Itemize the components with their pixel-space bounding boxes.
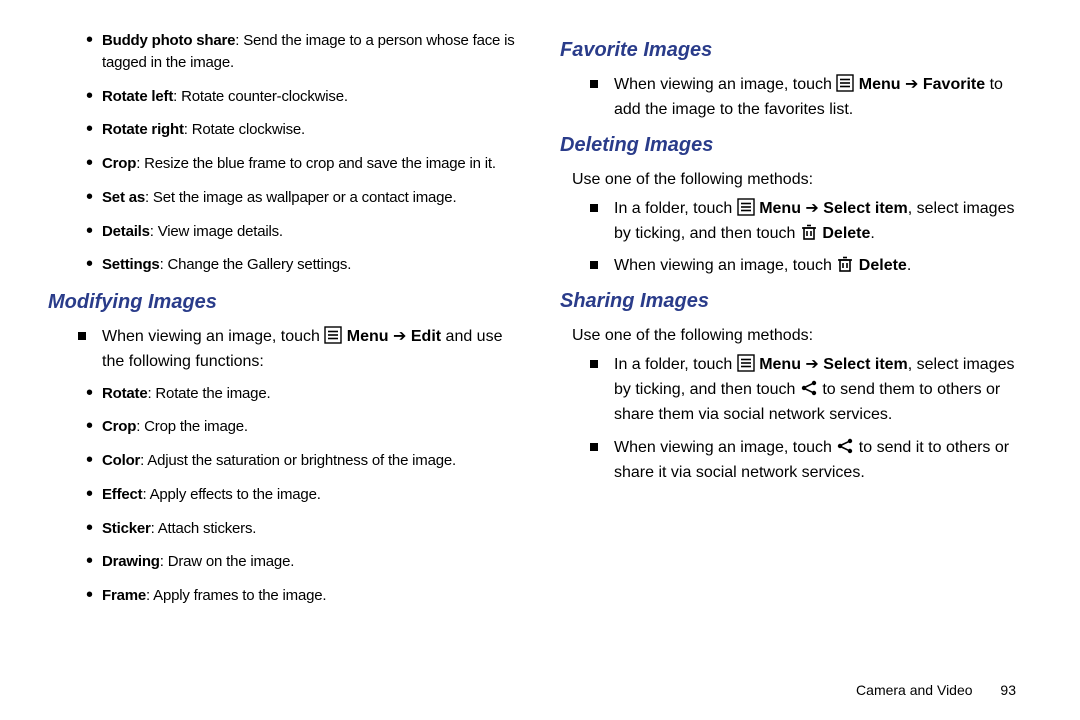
list-item: Effect: Apply effects to the image.: [48, 484, 520, 506]
list-item: In a folder, touch Menu ➔ Select item, s…: [560, 197, 1032, 247]
menu-icon: [836, 74, 854, 92]
sharing-list: In a folder, touch Menu ➔ Select item, s…: [560, 353, 1032, 485]
list-item: Rotate left: Rotate counter-clockwise.: [48, 86, 520, 108]
page-content: Buddy photo share: Send the image to a p…: [0, 0, 1080, 619]
list-item: When viewing an image, touch to send it …: [560, 436, 1032, 486]
right-column: Favorite Images When viewing an image, t…: [560, 30, 1032, 619]
list-item: When viewing an image, touch Delete.: [560, 254, 1032, 279]
left-column: Buddy photo share: Send the image to a p…: [48, 30, 520, 619]
modifying-intro-list: When viewing an image, touch Menu ➔ Edit…: [48, 325, 520, 375]
footer-section: Camera and Video: [856, 682, 972, 698]
list-item: When viewing an image, touch Menu ➔ Edit…: [48, 325, 520, 375]
list-item: Drawing: Draw on the image.: [48, 551, 520, 573]
deleting-list: In a folder, touch Menu ➔ Select item, s…: [560, 197, 1032, 279]
list-item: Rotate: Rotate the image.: [48, 383, 520, 405]
menu-icon: [324, 326, 342, 344]
list-item: In a folder, touch Menu ➔ Select item, s…: [560, 353, 1032, 427]
share-icon: [800, 379, 818, 397]
top-option-list: Buddy photo share: Send the image to a p…: [48, 30, 520, 276]
trash-icon: [836, 255, 854, 273]
list-item: Crop: Crop the image.: [48, 416, 520, 438]
modify-option-list: Rotate: Rotate the image. Crop: Crop the…: [48, 383, 520, 607]
deleting-intro: Use one of the following methods:: [572, 168, 1032, 191]
page-footer: Camera and Video 93: [856, 682, 1016, 698]
list-item: Sticker: Attach stickers.: [48, 518, 520, 540]
favorite-list: When viewing an image, touch Menu ➔ Favo…: [560, 73, 1032, 123]
sharing-images-heading: Sharing Images: [560, 287, 1032, 316]
list-item: Frame: Apply frames to the image.: [48, 585, 520, 607]
list-item: Color: Adjust the saturation or brightne…: [48, 450, 520, 472]
menu-icon: [737, 198, 755, 216]
list-item: Set as: Set the image as wallpaper or a …: [48, 187, 520, 209]
menu-icon: [737, 354, 755, 372]
list-item: Crop: Resize the blue frame to crop and …: [48, 153, 520, 175]
list-item: Settings: Change the Gallery settings.: [48, 254, 520, 276]
deleting-images-heading: Deleting Images: [560, 131, 1032, 160]
trash-icon: [800, 223, 818, 241]
list-item: Buddy photo share: Send the image to a p…: [48, 30, 520, 74]
share-icon: [836, 437, 854, 455]
sharing-intro: Use one of the following methods:: [572, 324, 1032, 347]
modifying-images-heading: Modifying Images: [48, 288, 520, 317]
list-item: Details: View image details.: [48, 221, 520, 243]
list-item: When viewing an image, touch Menu ➔ Favo…: [560, 73, 1032, 123]
favorite-images-heading: Favorite Images: [560, 36, 1032, 65]
page-number: 93: [1000, 682, 1016, 698]
list-item: Rotate right: Rotate clockwise.: [48, 119, 520, 141]
